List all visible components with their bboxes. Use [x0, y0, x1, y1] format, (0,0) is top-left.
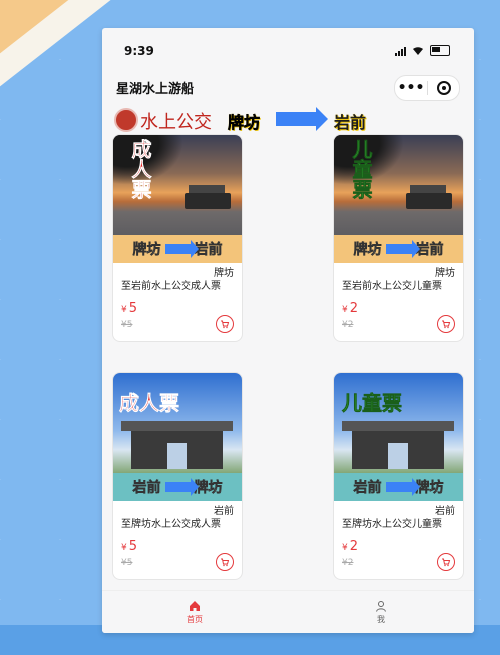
close-target-icon[interactable] [428, 81, 459, 95]
image-ticket-label: 儿童票 [349, 139, 374, 200]
product-row: 成人票 岩前 牌坊 岩前 至牌坊水上公交成人票 ¥5 ¥5 儿童票 岩前 牌坊 … [112, 372, 464, 580]
banner-from: 牌坊 [228, 113, 261, 133]
cart-icon[interactable] [216, 553, 234, 571]
tab-me[interactable]: 我 [288, 591, 474, 633]
product-price: ¥2 [342, 301, 455, 316]
home-icon [190, 600, 200, 611]
product-row: 成人票 牌坊 岩前 牌坊 至岩前水上公交成人票 ¥5 ¥5 儿童票 牌坊 岩前 … [112, 134, 464, 342]
image-ticket-label: 儿童票 [342, 391, 403, 416]
product-route: 牌坊 [435, 268, 455, 279]
signal-icon [395, 46, 406, 56]
price-value: 2 [349, 539, 359, 554]
tab-bar: 首页 我 [102, 590, 474, 633]
image-route-strip: 牌坊 岩前 [334, 235, 463, 263]
arrow-right-icon [385, 478, 420, 496]
product-card[interactable]: 儿童票 岩前 牌坊 岩前 至牌坊水上公交儿童票 ¥2 ¥2 [333, 372, 464, 580]
page-title: 星湖水上游船 [116, 82, 195, 97]
currency-symbol: ¥ [342, 305, 348, 315]
nav-bar: 星湖水上游船 ••• [102, 70, 474, 102]
phone-screen: 9:39 星湖水上游船 ••• 水上公交 牌坊 岩前 成人票 牌坊 岩前 牌坊 … [102, 28, 474, 633]
product-name: 至牌坊水上公交成人票 [121, 519, 221, 530]
image-route-strip: 岩前 牌坊 [334, 473, 463, 501]
product-card[interactable]: 儿童票 牌坊 岩前 牌坊 至岩前水上公交儿童票 ¥2 ¥2 [333, 134, 464, 342]
strip-to: 牌坊 [415, 480, 444, 497]
banner-to: 岩前 [334, 113, 367, 132]
arrow-right-icon [385, 240, 420, 258]
status-time: 9:39 [124, 44, 154, 58]
cart-icon[interactable] [437, 315, 455, 333]
product-price: ¥5 [121, 539, 234, 554]
strip-to: 岩前 [194, 242, 223, 259]
strip-from: 岩前 [353, 480, 382, 497]
arrow-right-icon [164, 478, 199, 496]
cart-icon[interactable] [216, 315, 234, 333]
product-image: 成人票 牌坊 岩前 [113, 135, 242, 263]
product-image: 成人票 岩前 牌坊 [113, 373, 242, 501]
product-price: ¥5 [121, 301, 234, 316]
image-ticket-label: 成人票 [119, 391, 180, 416]
tab-home-label: 首页 [187, 614, 203, 624]
wifi-icon [412, 46, 424, 56]
price-value: 5 [128, 539, 138, 554]
route-banner: 水上公交 牌坊 岩前 [110, 106, 380, 134]
tab-me-label: 我 [377, 614, 385, 624]
strip-from: 牌坊 [353, 242, 382, 259]
strip-from: 岩前 [132, 480, 161, 497]
product-price: ¥2 [342, 539, 455, 554]
strip-to: 岩前 [415, 242, 444, 259]
arrow-right-icon [276, 107, 328, 131]
image-route-strip: 牌坊 岩前 [113, 235, 242, 263]
strip-from: 牌坊 [132, 242, 161, 259]
banner-title: 水上公交 [140, 112, 212, 133]
product-image: 儿童票 岩前 牌坊 [334, 373, 463, 501]
status-icons [395, 45, 450, 56]
product-route: 牌坊 [214, 268, 234, 279]
product-card[interactable]: 成人票 牌坊 岩前 牌坊 至岩前水上公交成人票 ¥5 ¥5 [112, 134, 243, 342]
price-value: 5 [128, 301, 138, 316]
product-route: 岩前 [214, 506, 234, 517]
currency-symbol: ¥ [342, 543, 348, 553]
currency-symbol: ¥ [121, 543, 127, 553]
strip-to: 牌坊 [194, 480, 223, 497]
product-name: 至牌坊水上公交儿童票 [342, 519, 442, 530]
more-icon[interactable]: ••• [395, 76, 427, 100]
mini-program-capsule: ••• [394, 75, 460, 101]
cart-icon[interactable] [437, 553, 455, 571]
battery-icon [430, 45, 450, 56]
tab-home[interactable]: 首页 [102, 591, 288, 633]
image-ticket-label: 成人票 [128, 139, 153, 200]
user-icon [376, 600, 386, 612]
currency-symbol: ¥ [121, 305, 127, 315]
price-value: 2 [349, 301, 359, 316]
status-bar: 9:39 [102, 28, 474, 68]
arrow-right-icon [164, 240, 199, 258]
product-name: 至岩前水上公交儿童票 [342, 281, 442, 292]
product-card[interactable]: 成人票 岩前 牌坊 岩前 至牌坊水上公交成人票 ¥5 ¥5 [112, 372, 243, 580]
product-image: 儿童票 牌坊 岩前 [334, 135, 463, 263]
product-route: 岩前 [435, 506, 455, 517]
image-route-strip: 岩前 牌坊 [113, 473, 242, 501]
product-name: 至岩前水上公交成人票 [121, 281, 221, 292]
seal-logo [114, 108, 138, 132]
